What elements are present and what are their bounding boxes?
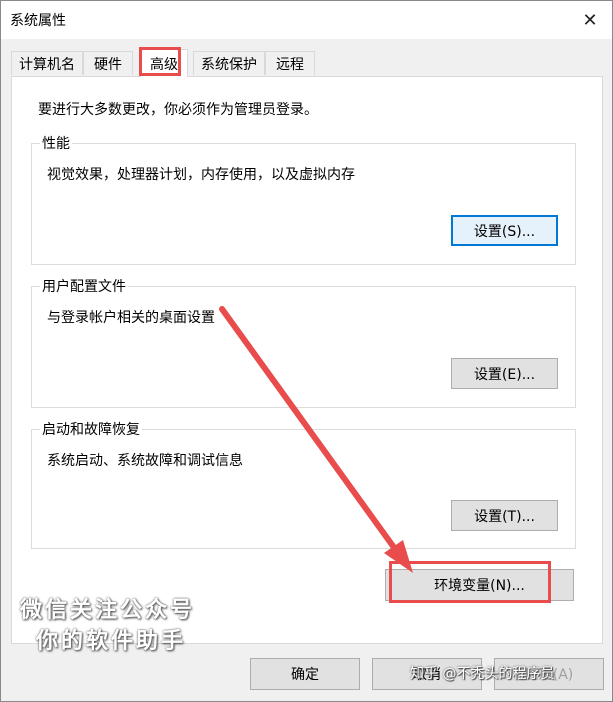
title-bar: 系统属性 ✕ xyxy=(1,1,612,39)
admin-notice: 要进行大多数更改，你必须作为管理员登录。 xyxy=(38,102,318,118)
ok-button[interactable]: 确定 xyxy=(250,658,360,690)
watermark-line-1: 微信关注公众号 xyxy=(20,598,196,623)
startup-recovery-settings-button[interactable]: 设置(T)... xyxy=(451,500,558,531)
advanced-tab-highlight-box xyxy=(139,47,181,76)
tab-remote[interactable]: 远程 xyxy=(265,51,315,75)
performance-title: 性能 xyxy=(40,133,72,153)
startup-recovery-group: 启动和故障恢复 系统启动、系统故障和调试信息 设置(T)... xyxy=(31,419,576,549)
startup-recovery-title: 启动和故障恢复 xyxy=(40,419,142,439)
watermark-line-2: 你的软件助手 xyxy=(36,629,187,654)
tab-computer-name[interactable]: 计算机名 xyxy=(11,51,83,75)
performance-group: 性能 视觉效果，处理器计划，内存使用，以及虚拟内存 设置(S)... xyxy=(31,133,576,265)
performance-settings-button[interactable]: 设置(S)... xyxy=(451,215,558,246)
window-title: 系统属性 xyxy=(10,13,66,29)
user-profiles-title: 用户配置文件 xyxy=(40,276,128,296)
env-button-highlight-box xyxy=(389,561,551,603)
performance-description: 视觉效果，处理器计划，内存使用，以及虚拟内存 xyxy=(47,167,355,183)
tab-hardware[interactable]: 硬件 xyxy=(83,51,133,75)
close-icon[interactable]: ✕ xyxy=(568,1,612,39)
user-profiles-group: 用户配置文件 与登录帐户相关的桌面设置 设置(E)... xyxy=(31,276,576,408)
credit-watermark: 知乎 @不秃头的程序员 xyxy=(410,666,555,682)
user-profiles-settings-button[interactable]: 设置(E)... xyxy=(451,358,558,389)
user-profiles-description: 与登录帐户相关的桌面设置 xyxy=(47,310,215,326)
tab-system-protection[interactable]: 系统保护 xyxy=(193,51,265,75)
startup-recovery-description: 系统启动、系统故障和调试信息 xyxy=(47,453,243,469)
